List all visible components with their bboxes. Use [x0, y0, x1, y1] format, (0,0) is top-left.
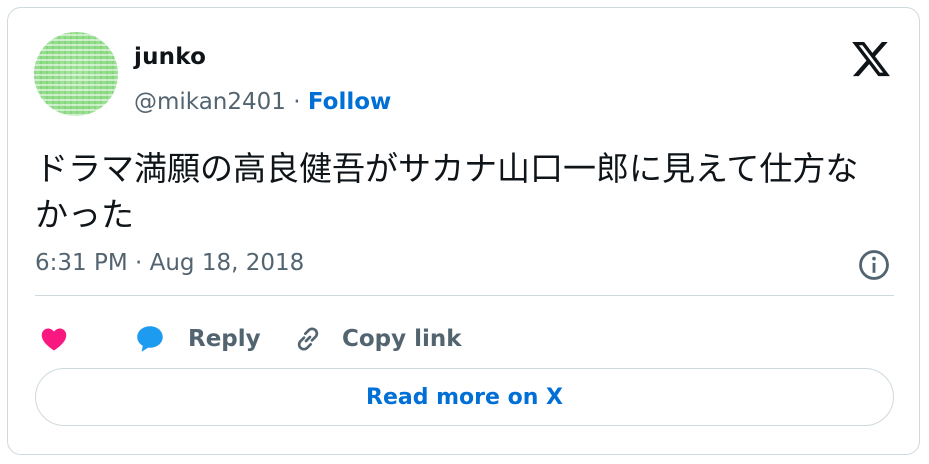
display-name[interactable]: junko — [134, 44, 206, 70]
handle-row: @mikan2401 · Follow — [134, 89, 391, 115]
divider — [35, 295, 894, 296]
info-icon[interactable] — [857, 248, 891, 282]
avatar[interactable] — [34, 32, 118, 116]
copy-link-button[interactable]: Copy link — [292, 319, 462, 359]
tweet-text: ドラマ満願の高良健吾がサカナ山口一郎に見えて仕方なかった — [35, 149, 859, 234]
user-handle[interactable]: @mikan2401 — [134, 89, 286, 115]
x-logo-icon[interactable] — [850, 38, 892, 80]
reply-label: Reply — [188, 326, 261, 352]
follow-button[interactable]: Follow — [308, 89, 391, 115]
reply-bubble-icon — [137, 326, 163, 352]
like-button[interactable] — [38, 319, 70, 359]
copy-link-label: Copy link — [342, 326, 462, 352]
separator-dot: · — [285, 89, 308, 115]
link-icon — [297, 327, 319, 351]
read-more-button[interactable]: Read more on X — [35, 368, 894, 426]
reply-button[interactable]: Reply — [132, 319, 261, 359]
tweet-card: junko @mikan2401 · Follow ドラマ満願の高良健吾がサカナ… — [7, 7, 920, 455]
read-more-label: Read more on X — [366, 384, 563, 410]
tweet-timestamp[interactable]: 6:31 PM · Aug 18, 2018 — [35, 250, 304, 276]
heart-icon — [41, 328, 67, 351]
